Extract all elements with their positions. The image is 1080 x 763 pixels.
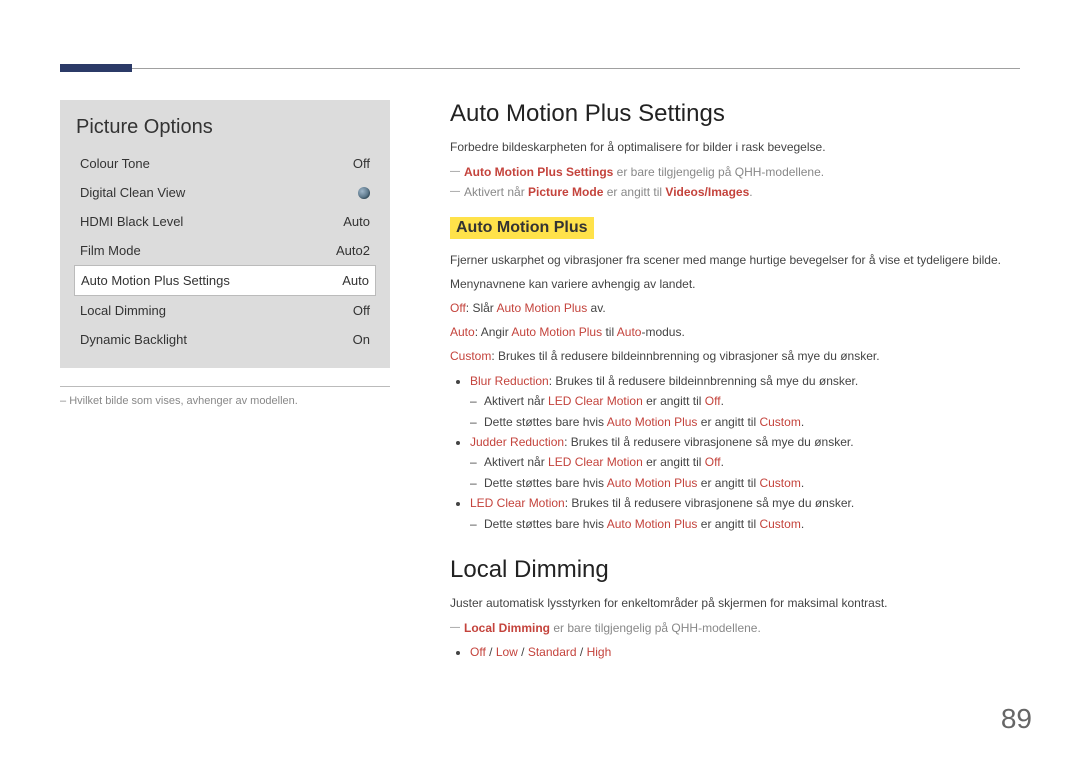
left-column: Picture Options Colour Tone Off Digital Cl… (60, 100, 390, 667)
amp-sub-desc1: Fjerner uskarphet og vibrasjoner fra sce… (450, 251, 1020, 269)
page-content: Picture Options Colour Tone Off Digital Cl… (60, 100, 1020, 667)
menu-row-label: Colour Tone (80, 157, 150, 170)
blur-note-2: Dette støttes bare hvis Auto Motion Plus… (470, 412, 1020, 432)
amp-custom-row: Custom: Brukes til å redusere bildeinnbr… (450, 347, 1020, 365)
menu-row-value: On (353, 333, 370, 346)
menu-row-value: Off (353, 157, 370, 170)
amp-off-row: Off: Slår Auto Motion Plus av. (450, 299, 1020, 317)
led-note-1: Dette støttes bare hvis Auto Motion Plus… (470, 514, 1020, 534)
right-column: Auto Motion Plus Settings Forbedre bilde… (450, 100, 1020, 667)
local-dimming-option-values: Off / Low / Standard / High (470, 642, 1020, 662)
menu-row-value: Auto (343, 215, 370, 228)
menu-row-value: Off (353, 304, 370, 317)
amp-sub-heading: Auto Motion Plus (450, 217, 594, 239)
menu-row-label: Local Dimming (80, 304, 166, 317)
image-model-note: – Hvilket bilde som vises, avhenger av m… (60, 395, 390, 407)
judder-note-1: Aktivert når LED Clear Motion er angitt … (470, 452, 1020, 472)
led-clear-motion-item: LED Clear Motion: Brukes til å redusere … (470, 493, 1020, 534)
amp-settings-heading: Auto Motion Plus Settings (450, 100, 1020, 128)
menu-row-label: HDMI Black Level (80, 215, 183, 228)
local-dimming-availability-note: Local Dimming er bare tilgjengelig på QH… (450, 618, 1020, 638)
menu-row[interactable]: Auto Motion Plus Settings Auto (74, 265, 376, 296)
section-indicator (60, 64, 132, 72)
menu-row[interactable]: Colour Tone Off (74, 149, 376, 178)
amp-availability-note: Auto Motion Plus Settings er bare tilgje… (450, 162, 1020, 182)
amp-sub-desc2: Menynavnene kan variere avhengig av land… (450, 275, 1020, 293)
blur-reduction-item: Blur Reduction: Brukes til å redusere bi… (470, 371, 1020, 432)
judder-reduction-item: Judder Reduction: Brukes til å redusere … (470, 432, 1020, 493)
header-rule (60, 68, 1020, 69)
menu-row[interactable]: HDMI Black Level Auto (74, 207, 376, 236)
blur-note-1: Aktivert når LED Clear Motion er angitt … (470, 391, 1020, 411)
toggle-icon[interactable] (358, 187, 370, 199)
amp-intro: Forbedre bildeskarpheten for å optimalis… (450, 138, 1020, 156)
menu-row[interactable]: Film Mode Auto2 (74, 236, 376, 265)
judder-note-2: Dette støttes bare hvis Auto Motion Plus… (470, 473, 1020, 493)
amp-custom-suboptions: Blur Reduction: Brukes til å redusere bi… (450, 371, 1020, 534)
local-dimming-heading: Local Dimming (450, 556, 1020, 584)
picture-options-menu: Picture Options Colour Tone Off Digital Cl… (60, 100, 390, 368)
menu-rows: Colour Tone Off Digital Clean View HDMI Bla… (74, 149, 376, 354)
page-number: 89 (1001, 703, 1032, 735)
local-dimming-intro: Juster automatisk lysstyrken for enkelto… (450, 594, 1020, 612)
menu-row[interactable]: Digital Clean View (74, 178, 376, 207)
menu-row[interactable]: Dynamic Backlight On (74, 325, 376, 354)
local-dimming-options: Off / Low / Standard / High (450, 642, 1020, 662)
amp-auto-row: Auto: Angir Auto Motion Plus til Auto-mo… (450, 323, 1020, 341)
menu-row-label: Digital Clean View (80, 186, 185, 199)
amp-picture-mode-note: Aktivert når Picture Mode er angitt til … (450, 182, 1020, 202)
menu-row-label: Dynamic Backlight (80, 333, 187, 346)
menu-title: Picture Options (76, 116, 374, 139)
menu-row-label: Auto Motion Plus Settings (81, 274, 230, 287)
menu-row[interactable]: Local Dimming Off (74, 296, 376, 325)
menu-row-value: Auto2 (336, 244, 370, 257)
menu-row-value: Auto (342, 274, 369, 287)
menu-row-label: Film Mode (80, 244, 141, 257)
left-divider (60, 386, 390, 387)
